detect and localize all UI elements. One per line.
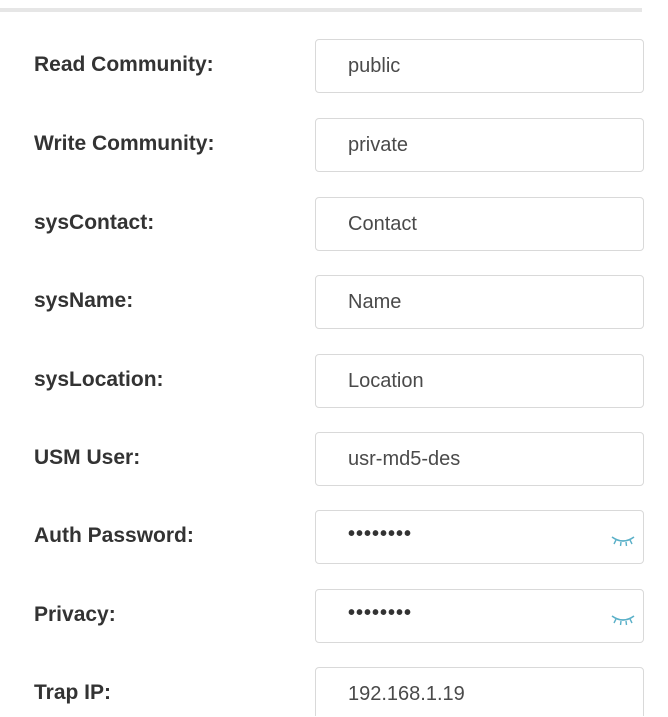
sys-contact-input[interactable] [348, 198, 588, 250]
sys-location-field-box[interactable] [315, 354, 644, 408]
trap-ip-label: Trap IP: [34, 681, 112, 704]
auth-password-row: Auth Password: •••••••• [0, 510, 668, 566]
usm-user-input[interactable] [348, 433, 588, 485]
privacy-row: Privacy: •••••••• [0, 589, 668, 645]
usm-user-field-box[interactable] [315, 432, 644, 486]
auth-password-label: Auth Password: [34, 524, 194, 547]
read-community-input[interactable] [348, 40, 588, 92]
sys-name-field-box[interactable] [315, 275, 644, 329]
trap-ip-input[interactable] [348, 668, 588, 717]
auth-password-field-box[interactable]: •••••••• [315, 510, 644, 564]
eye-closed-icon[interactable] [609, 611, 637, 627]
write-community-label: Write Community: [34, 132, 215, 155]
sys-contact-row: sysContact: [0, 197, 668, 253]
eye-closed-icon[interactable] [609, 532, 637, 548]
sys-contact-field-box[interactable] [315, 197, 644, 251]
sys-location-row: sysLocation: [0, 354, 668, 410]
usm-user-row: USM User: [0, 432, 668, 488]
read-community-row: Read Community: [0, 39, 668, 95]
sys-name-input[interactable] [348, 276, 588, 328]
auth-password-input[interactable]: •••••••• [348, 523, 412, 546]
sys-name-label: sysName: [34, 289, 134, 312]
write-community-field-box[interactable] [315, 118, 644, 172]
sys-location-input[interactable] [348, 355, 588, 407]
sys-name-row: sysName: [0, 275, 668, 331]
trap-ip-row: Trap IP: [0, 667, 668, 717]
write-community-row: Write Community: [0, 118, 668, 174]
sys-location-label: sysLocation: [34, 368, 164, 391]
usm-user-label: USM User: [34, 446, 141, 469]
sys-contact-label: sysContact: [34, 211, 155, 234]
trap-ip-field-box[interactable] [315, 667, 644, 717]
privacy-input[interactable]: •••••••• [348, 602, 412, 625]
read-community-field-box[interactable] [315, 39, 644, 93]
privacy-label: Privacy: [34, 603, 116, 626]
snmp-settings-form: Read Community: Write Community: sysCont… [0, 0, 668, 717]
privacy-field-box[interactable]: •••••••• [315, 589, 644, 643]
write-community-input[interactable] [348, 119, 588, 171]
read-community-label: Read Community: [34, 53, 214, 76]
